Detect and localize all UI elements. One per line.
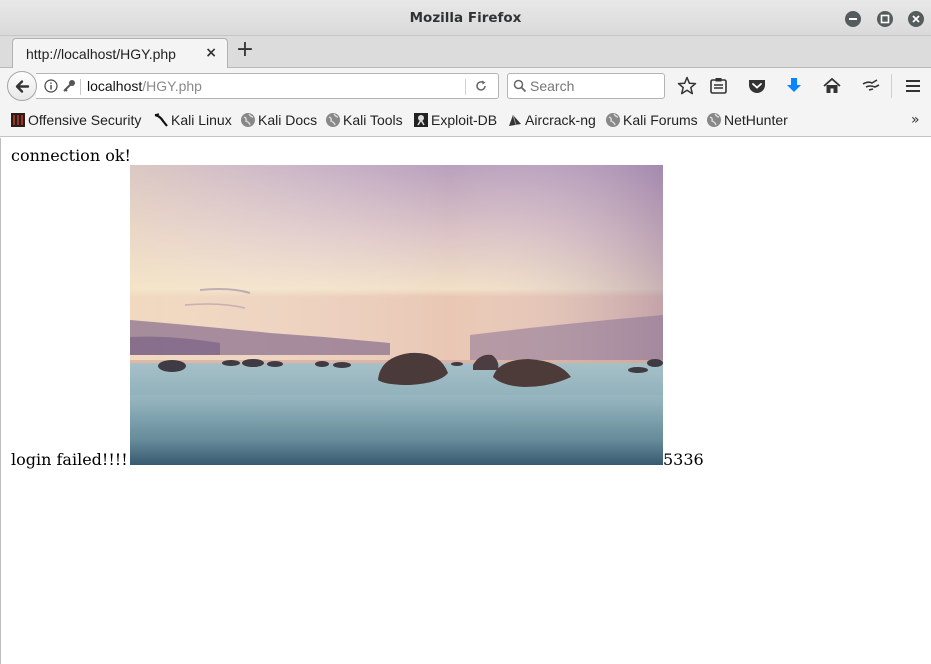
maximize-button[interactable] (877, 11, 893, 27)
aircrack-icon (509, 114, 521, 126)
globe-icon (707, 113, 721, 127)
close-icon (912, 15, 920, 23)
kali-dragon-icon (154, 113, 168, 127)
maximize-icon (880, 14, 890, 24)
tab-active[interactable]: http://localhost/HGY.php × (12, 38, 228, 69)
seascape-image (130, 165, 663, 465)
minimize-button[interactable] (845, 11, 861, 27)
bookmark-aircrack-ng[interactable]: Aircrack-ng (507, 112, 596, 130)
globe-icon (326, 113, 340, 127)
bookmark-label: Kali Linux (171, 112, 232, 128)
bookmark-offensive-security[interactable]: Offensive Security (10, 112, 141, 130)
bookmark-label: Kali Forums (623, 112, 698, 128)
close-window-button[interactable] (908, 11, 924, 27)
back-arrow-icon (15, 80, 30, 93)
url-separator (80, 79, 81, 95)
bookmark-label: Exploit-DB (431, 112, 498, 128)
bookmark-exploit-db[interactable]: Exploit-DB (413, 112, 497, 130)
bookmark-kali-linux[interactable]: Kali Linux (153, 112, 232, 130)
bookmark-label: Kali Tools (343, 112, 403, 128)
bookmark-kali-docs[interactable]: Kali Docs (240, 112, 317, 130)
offsec-icon (11, 113, 25, 127)
url-separator-right (465, 79, 466, 95)
search-input[interactable] (530, 77, 660, 95)
tab-strip: http://localhost/HGY.php × + (0, 36, 931, 69)
reload-icon[interactable] (474, 79, 488, 93)
search-icon (513, 79, 527, 93)
connection-status-text: connection ok! (11, 146, 131, 165)
window-title: Mozilla Firefox (409, 10, 522, 26)
pocket-icon[interactable] (746, 75, 768, 97)
tab-close-icon[interactable]: × (205, 45, 217, 61)
bookmark-label: Aircrack-ng (525, 112, 596, 128)
bookmark-star-icon[interactable] (676, 75, 698, 97)
globe-icon (606, 113, 620, 127)
bookmarks-bar: Offensive Security Kali Linux Kali Docs … (0, 104, 931, 137)
bookmark-label: NetHunter (724, 112, 788, 128)
download-icon[interactable] (783, 75, 805, 97)
bookmarks-overflow-button[interactable]: » (911, 112, 920, 128)
bookmark-label: Kali Docs (258, 112, 318, 128)
url-text[interactable]: localhost/HGY.php (87, 78, 202, 94)
url-host: localhost (87, 78, 143, 94)
key-icon (63, 80, 75, 92)
bookmark-nethunter[interactable]: NetHunter (706, 112, 788, 130)
kali-extension-icon[interactable] (860, 75, 882, 97)
minimize-icon (849, 18, 857, 20)
page-content: connection ok! login failed!!!! 5336 (0, 138, 931, 664)
info-icon (44, 79, 58, 93)
globe-icon (241, 113, 255, 127)
login-status-text: login failed!!!! (11, 450, 128, 469)
url-bar[interactable]: localhost/HGY.php (36, 73, 499, 99)
exploitdb-icon (414, 113, 428, 127)
seascape-photo (130, 165, 663, 465)
toolbar-separator (891, 74, 892, 98)
search-bar[interactable] (507, 73, 665, 99)
number-output-text: 5336 (663, 450, 704, 469)
navigation-bar: localhost/HGY.php (0, 68, 931, 104)
bookmark-kali-forums[interactable]: Kali Forums (605, 112, 698, 130)
hamburger-menu-icon[interactable] (902, 75, 924, 97)
title-bar: Mozilla Firefox (0, 0, 931, 36)
tab-label: http://localhost/HGY.php (26, 46, 176, 62)
home-icon[interactable] (821, 75, 843, 97)
back-button[interactable] (7, 71, 37, 101)
reader-list-icon[interactable] (708, 75, 730, 97)
bookmark-kali-tools[interactable]: Kali Tools (325, 112, 403, 130)
url-path: /HGY.php (142, 78, 202, 94)
bookmark-label: Offensive Security (28, 112, 142, 128)
new-tab-button[interactable]: + (234, 39, 256, 62)
